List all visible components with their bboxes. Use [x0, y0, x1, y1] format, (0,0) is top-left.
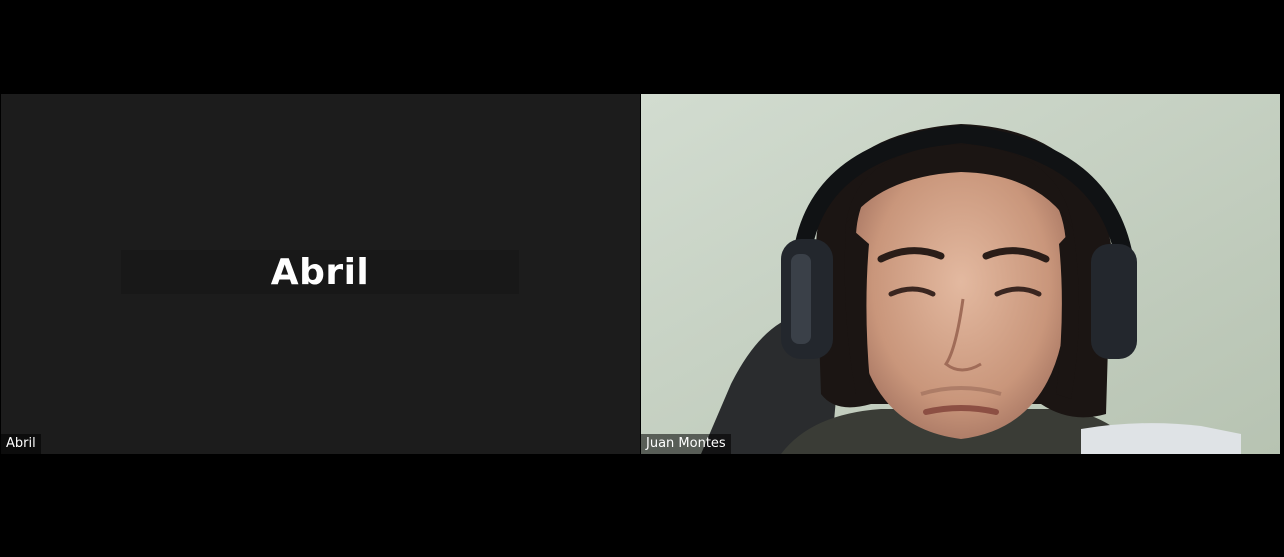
- participant-tile-abril[interactable]: Abril Abril: [1, 94, 640, 454]
- meeting-gallery-view: Abril Abril Juan Montes: [0, 0, 1284, 557]
- participant-video-feed: [641, 94, 1280, 454]
- participant-tile-juan-montes[interactable]: Juan Montes: [641, 94, 1280, 454]
- participant-placeholder: Abril: [121, 250, 519, 294]
- participant-name-tag: Juan Montes: [641, 434, 731, 454]
- participant-name-tag: Abril: [1, 434, 41, 454]
- participant-display-name: Abril: [270, 251, 370, 293]
